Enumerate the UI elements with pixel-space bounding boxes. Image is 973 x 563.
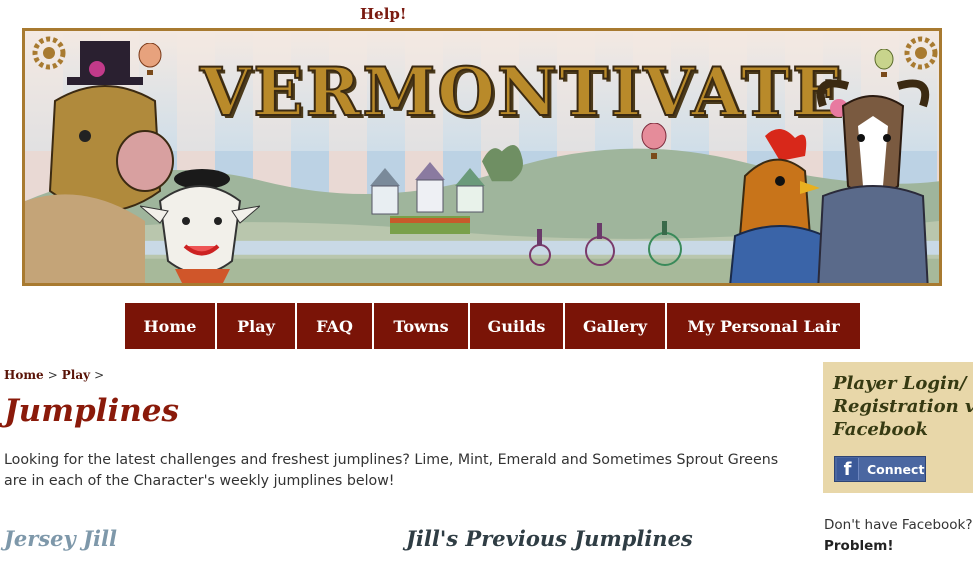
no-problem-text: Problem! xyxy=(824,538,894,554)
main-nav: Home Play FAQ Towns Guilds Gallery My Pe… xyxy=(125,303,860,349)
breadcrumb: Home > Play > xyxy=(4,368,108,382)
town-buildings-icon xyxy=(370,162,485,234)
breadcrumb-play[interactable]: Play xyxy=(62,368,90,382)
nav-towns[interactable]: Towns xyxy=(374,303,470,349)
nav-guilds[interactable]: Guilds xyxy=(470,303,565,349)
previous-jumplines-heading: Jill's Previous Jumplines xyxy=(406,526,693,551)
goat-character-icon xyxy=(816,79,930,283)
nav-my-personal-lair[interactable]: My Personal Lair xyxy=(667,303,860,349)
login-title-line: Facebook xyxy=(833,419,928,440)
facebook-connect-button[interactable]: f Connect xyxy=(834,456,926,482)
gear-ornament-icon xyxy=(904,36,938,70)
nav-gallery[interactable]: Gallery xyxy=(565,303,667,349)
nav-home[interactable]: Home xyxy=(125,303,217,349)
lamb-character-icon xyxy=(140,169,260,283)
breadcrumb-separator: > xyxy=(47,368,58,382)
login-title-line: Registration via xyxy=(833,396,973,417)
help-link[interactable]: Help! xyxy=(360,5,407,23)
facebook-icon: f xyxy=(837,458,859,480)
site-banner[interactable]: VERMONTIVATE xyxy=(22,28,942,286)
character-name-heading[interactable]: Jersey Jill xyxy=(4,526,117,551)
nav-faq[interactable]: FAQ xyxy=(297,303,374,349)
hot-air-balloon-icon xyxy=(874,49,894,77)
nav-play[interactable]: Play xyxy=(217,303,297,349)
intro-text: Looking for the latest challenges and fr… xyxy=(4,452,779,489)
breadcrumb-home[interactable]: Home xyxy=(4,368,44,382)
no-facebook-note: Don't have Facebook? Problem! xyxy=(824,515,973,557)
penny-farthing-riders-icon xyxy=(529,221,682,266)
banner-logo-title: VERMONTIVATE xyxy=(199,52,845,132)
gear-ornament-icon xyxy=(32,36,66,70)
connect-label: Connect xyxy=(867,461,925,477)
breadcrumb-separator: > xyxy=(94,368,105,382)
page-title: Jumplines xyxy=(4,393,179,429)
login-title-line: Player Login/ xyxy=(833,373,967,394)
player-login-box: Player Login/ Registration via Facebook … xyxy=(823,362,973,493)
no-facebook-text: Don't have Facebook? xyxy=(824,517,973,533)
